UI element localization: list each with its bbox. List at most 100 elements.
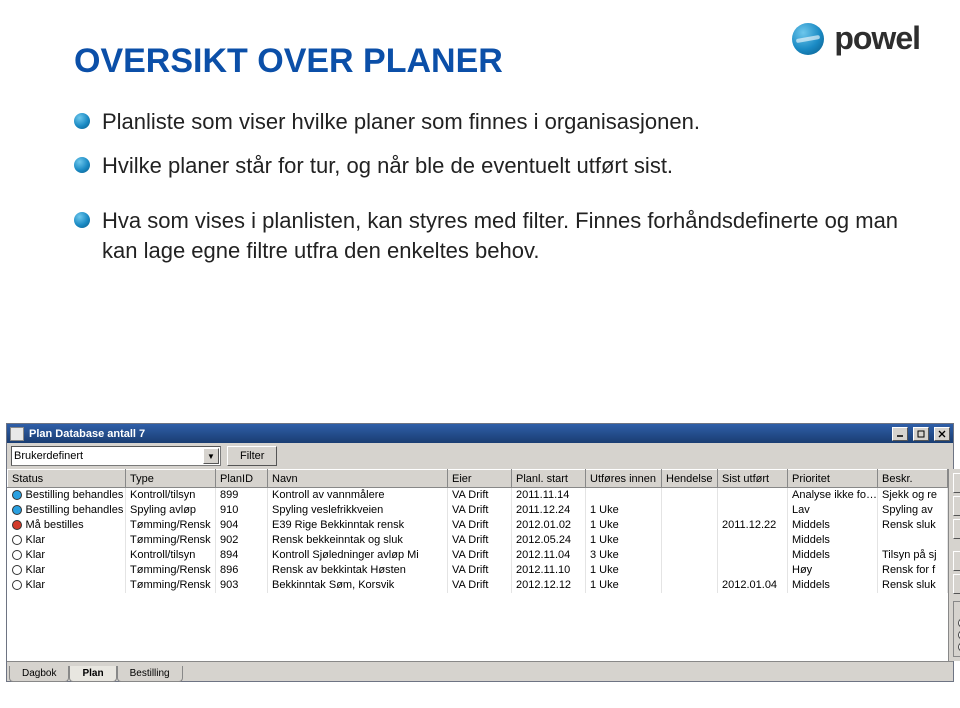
bullet-text: Planliste som viser hvilke planer som fi… [102,107,900,137]
cell-planid: 910 [216,503,268,518]
cell-status: Må bestilles [26,519,84,531]
cell-navn: Kontroll Sjøledninger avløp Mi [268,548,448,563]
cell-eier: VA Drift [448,533,512,548]
status-dot-icon [12,580,22,590]
cell-eier: VA Drift [448,563,512,578]
apne-utvalg-button[interactable]: Åpne utvalg [953,551,960,571]
bullet-text: Hvilke planer står for tur, og når ble d… [102,151,900,181]
window-icon [10,427,24,441]
cell-planl: 2012.01.02 [512,518,586,533]
cell-status: Klar [26,564,46,576]
cell-type: Tømming/Rensk [126,578,216,593]
cell-hendelse [662,533,718,548]
tab-plan[interactable]: Plan [69,666,116,682]
col-status[interactable]: Status [8,470,126,488]
cell-status: Klar [26,579,46,591]
minimize-button[interactable] [892,427,908,441]
cell-planl: 2012.11.10 [512,563,586,578]
cell-planid: 904 [216,518,268,533]
plan-table[interactable]: Status Type PlanID Navn Eier Planl. star… [7,469,948,593]
plan-grid[interactable]: Status Type PlanID Navn Eier Planl. star… [7,469,948,661]
content-area: OVERSIKT OVER PLANER Planliste som viser… [74,42,900,280]
cell-utfores: 1 Uke [586,533,662,548]
cell-status: Klar [26,549,46,561]
cell-hendelse [662,563,718,578]
col-prioritet[interactable]: Prioritet [788,470,878,488]
vis-group: Vis Aktiv Utvalg Database [953,601,960,657]
cell-type: Kontroll/tilsyn [126,548,216,563]
cell-utfores: 3 Uke [586,548,662,563]
col-planl-start[interactable]: Planl. start [512,470,586,488]
cell-status: Klar [26,534,46,546]
filter-button-label: Filter [240,450,264,462]
cell-status: Bestilling behandles [26,504,124,516]
table-row[interactable]: Bestilling behandlesKontroll/tilsyn899Ko… [8,488,948,503]
cell-utfores: 1 Uke [586,503,662,518]
table-row[interactable]: KlarTømming/Rensk896Rensk av bekkintak H… [8,563,948,578]
cell-planl: 2011.11.14 [512,488,586,503]
cell-prioritet: Middels [788,578,878,593]
col-hendelse[interactable]: Hendelse [662,470,718,488]
bullet-text: Hva som vises i planlisten, kan styres m… [102,206,900,265]
tab-label: Plan [82,668,103,679]
table-row[interactable]: Bestilling behandlesSpyling avløp910Spyl… [8,503,948,518]
tab-dagbok[interactable]: Dagbok [9,666,69,682]
filter-button[interactable]: Filter [227,446,277,466]
tab-bestilling[interactable]: Bestilling [117,666,183,682]
status-dot-icon [12,490,22,500]
ny-button[interactable]: Ny [953,473,960,493]
maximize-button[interactable] [913,427,929,441]
cell-sist [718,563,788,578]
status-dot-icon [12,520,22,530]
cell-hendelse [662,488,718,503]
col-eier[interactable]: Eier [448,470,512,488]
filter-combo[interactable]: Brukerdefinert ▼ [11,446,221,466]
table-row[interactable]: KlarTømming/Rensk902Rensk bekkeinntak og… [8,533,948,548]
cell-type: Spyling avløp [126,503,216,518]
cell-navn: E39 Rige Bekkinntak rensk [268,518,448,533]
slett-button[interactable]: Slett [953,519,960,539]
cell-hendelse [662,503,718,518]
filter-combo-value: Brukerdefinert [14,450,83,462]
col-planid[interactable]: PlanID [216,470,268,488]
cell-planid: 902 [216,533,268,548]
rediger-button[interactable]: Rediger [953,496,960,516]
col-navn[interactable]: Navn [268,470,448,488]
bullet-icon [74,157,90,173]
status-dot-icon [12,565,22,575]
cell-planl: 2012.05.24 [512,533,586,548]
cell-type: Tømming/Rensk [126,533,216,548]
cell-navn: Spyling veslefrikkveien [268,503,448,518]
window-body: Status Type PlanID Navn Eier Planl. star… [7,469,953,661]
cell-navn: Kontroll av vannmålere [268,488,448,503]
table-row[interactable]: KlarKontroll/tilsyn894Kontroll Sjølednin… [8,548,948,563]
cell-planl: 2011.12.24 [512,503,586,518]
cell-prioritet: Lav [788,503,878,518]
col-beskr[interactable]: Beskr. [878,470,948,488]
cell-planl: 2012.12.12 [512,578,586,593]
col-sist[interactable]: Sist utført [718,470,788,488]
table-row[interactable]: KlarTømming/Rensk903Bekkinntak Søm, Kors… [8,578,948,593]
col-type[interactable]: Type [126,470,216,488]
chevron-down-icon[interactable]: ▼ [203,448,219,464]
plan-window: Plan Database antall 7 Brukerdefinert ▼ … [6,423,954,682]
cell-status: Bestilling behandles [26,489,124,501]
cell-utfores: 1 Uke [586,578,662,593]
cell-prioritet: Middels [788,548,878,563]
cell-planid: 899 [216,488,268,503]
cell-navn: Bekkinntak Søm, Korsvik [268,578,448,593]
cell-sist [718,503,788,518]
hjelp-button[interactable]: Hjelp [953,574,960,594]
bullet-item: Hvilke planer står for tur, og når ble d… [74,151,900,181]
cell-beskr: Rensk sluk [878,518,948,533]
cell-prioritet: Analyse ikke fo… [788,488,878,503]
cell-beskr: Sjekk og re [878,488,948,503]
cell-beskr: Rensk for f [878,563,948,578]
col-utfores[interactable]: Utføres innen [586,470,662,488]
cell-prioritet: Middels [788,533,878,548]
cell-navn: Rensk av bekkintak Høsten [268,563,448,578]
status-dot-icon [12,550,22,560]
close-button[interactable] [934,427,950,441]
cell-eier: VA Drift [448,578,512,593]
table-row[interactable]: Må bestillesTømming/Rensk904E39 Rige Bek… [8,518,948,533]
